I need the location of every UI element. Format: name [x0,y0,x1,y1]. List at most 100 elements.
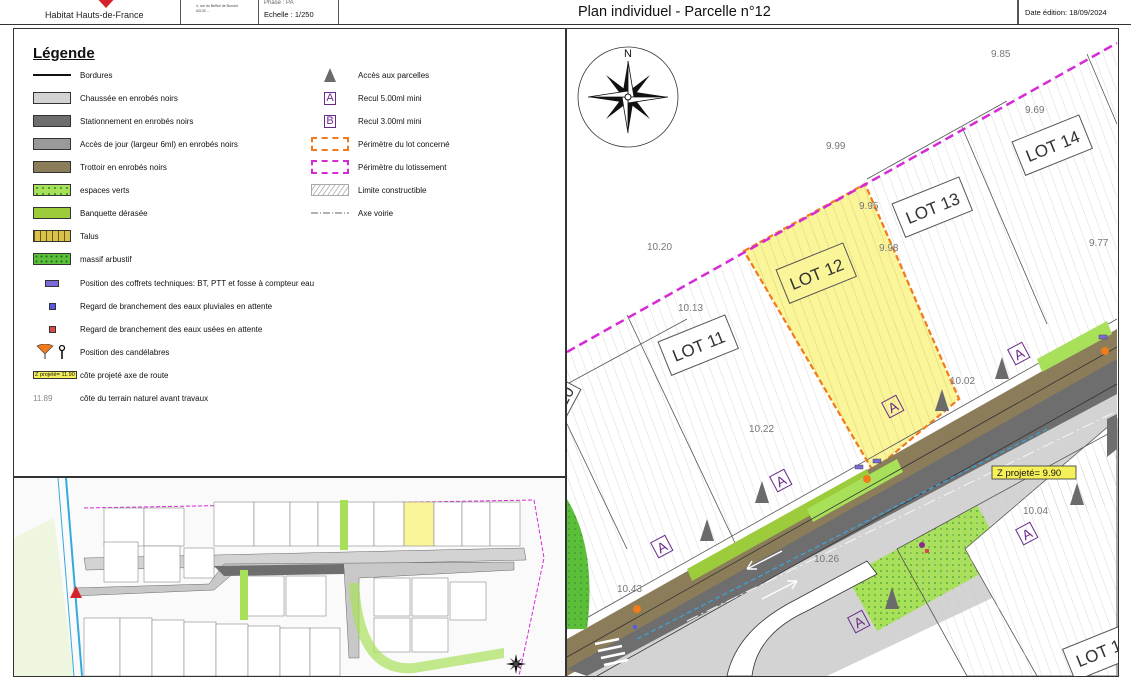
legend-label: Recul 3.00ml mini [358,116,422,126]
swatch [33,115,71,127]
legend-label: côte projeté axe de route [80,370,169,380]
legend-item-banquette: Banquette dérasée [33,206,148,220]
legend-item-talus: Talus [33,229,99,243]
legend-label: Banquette dérasée [80,208,148,218]
legend-label: Recul 5.00ml mini [358,93,422,103]
elevation: 10.04 [1023,506,1048,517]
elevation: 10.43 [617,584,642,595]
regard-eu-icon [33,322,71,336]
legend-label: Regard de branchement des eaux usées en … [80,324,263,334]
legend-label: massif arbustif [80,254,132,264]
legend-label: Position des candélabres [80,347,170,357]
recul-letter: B [324,114,336,128]
legend-label: Axe voirie [358,208,394,218]
logo-cell: Habitat Hauts-de-France [0,0,181,24]
edition-date: Date édition: 18/09/2024 [1025,8,1107,17]
elevation: 9.99 [826,141,846,152]
legend-item-limite-constructible: Limite constructible [311,183,426,197]
legend-label: Périmètre du lotissement [358,162,447,172]
legend-item-perimetre-lotissement: Périmètre du lotissement [311,160,446,174]
swatch [33,230,71,242]
legend-item-regard-eu: Regard de branchement des eaux usées en … [33,322,262,336]
address-text: 4, rue du Beffroi de Bondot 62130 ... [196,4,260,13]
swatch [33,184,71,196]
legend-item-recul-a: A Recul 5.00ml mini [311,91,422,105]
candelabre-icon [33,344,71,359]
legend-label: Regard de branchement des eaux pluviales… [80,301,273,311]
north-label: N [624,48,632,60]
legend-label: Trottoir en enrobés noirs [80,162,167,172]
scale-text: Echelle : 1/250 [264,10,314,19]
brand-name: Habitat Hauts-de-France [45,10,144,20]
legend-item-espaces-verts: espaces verts [33,183,129,197]
legend-item-chaussee: Chaussée en enrobés noirs [33,91,178,105]
elevation: 9.69 [1025,105,1045,116]
phase-text: Phase : PA [264,0,294,6]
tn-value-sample: 11.89 [33,393,53,403]
legend-label: Limite constructible [358,185,427,195]
elevation: 10.13 [678,303,703,314]
swatch [33,207,71,219]
logo-icon [93,0,119,8]
scale-cell: Phase : PA Echelle : 1/250 [258,0,339,24]
recul-b-icon: B [311,114,349,128]
legend-item-acces-jour: Accès de jour (largeur 6ml) en enrobés n… [33,137,238,151]
axis-line-icon [311,207,349,219]
swatch [33,161,71,173]
legend-label: espaces verts [80,185,130,195]
dashed-magenta-icon [311,160,349,174]
detail-plan: A A A A A A LOT 10 LOT 11 LOT 12 LOT 13 … [567,29,1118,676]
z-badge: Z projeté= 11.90 [33,371,77,379]
legend-item-axe-voirie: Axe voirie [311,206,393,220]
elevation: 10.20 [647,242,672,253]
legend-label: Talus [80,231,99,241]
legend-item-cote-projete: Z projeté= 11.90 côte projeté axe de rou… [33,368,169,382]
detail-map: A A A A A A LOT 10 LOT 11 LOT 12 LOT 13 … [566,28,1119,677]
z-value: Z projeté= 9.90 [997,468,1061,479]
legend-item-bordures: Bordures [33,68,112,82]
address-cell: 4, rue du Beffroi de Bondot 62130 ... [180,0,259,24]
legend-item-stationnement: Stationnement en enrobés noirs [33,114,193,128]
swatch [33,253,71,265]
legend-title: Légende [33,45,95,62]
z-badge-sample: Z projeté= 11.90 [33,368,77,382]
legend-label: Accès aux parcelles [358,70,430,80]
overview-plan [14,478,565,676]
north-arrow-icon: N [577,46,679,148]
title-block: Habitat Hauts-de-France 4, rue du Beffro… [0,0,1131,25]
recul-letter: A [324,91,336,105]
regard-ep-icon [33,299,71,313]
legend-label: côte du terrain naturel avant travaux [80,393,209,403]
swatch [33,92,71,104]
legend-panel: Légende Bordures Chaussée en enrobés noi… [13,28,566,477]
elevation: 9.98 [879,243,899,254]
legend-label: Bordures [80,70,113,80]
date-divider [1017,0,1019,24]
legend-label: Stationnement en enrobés noirs [80,116,194,126]
overview-map [13,477,566,677]
address-line: 62130 ... [196,8,210,13]
dashed-orange-icon [311,137,349,151]
legend-item-trottoir: Trottoir en enrobés noirs [33,160,167,174]
legend-item-cote-tn: 11.89 côte du terrain naturel avant trav… [33,391,208,405]
legend-label: Périmètre du lot concerné [358,139,450,149]
overview-lots-top [103,501,521,547]
legend-label: Position des coffrets techniques: BT, PT… [80,278,315,288]
elevation: 10.22 [749,424,774,435]
legend-label: Chaussée en enrobés noirs [80,93,178,103]
legend-item-recul-b: B Recul 3.00ml mini [311,114,422,128]
legend-item-acces-parcelles: Accès aux parcelles [311,68,429,82]
elevation: 10.02 [950,376,975,387]
plan-title: Plan individuel - Parcelle n°12 [578,4,771,20]
line-black-icon [33,69,71,81]
triangle-icon [311,68,349,82]
elevation: 9.85 [991,49,1011,60]
elevation: 10.26 [814,554,839,565]
legend-label: Accès de jour (largeur 6ml) en enrobés n… [80,139,238,149]
elevation: 9.77 [1089,238,1109,249]
legend-item-perimetre-lot: Périmètre du lot concerné [311,137,450,151]
legend-item-massif: massif arbustif [33,252,132,266]
legend-item-coffrets: Position des coffrets techniques: BT, PT… [33,276,314,290]
recul-a-icon: A [311,91,349,105]
swatch [33,138,71,150]
